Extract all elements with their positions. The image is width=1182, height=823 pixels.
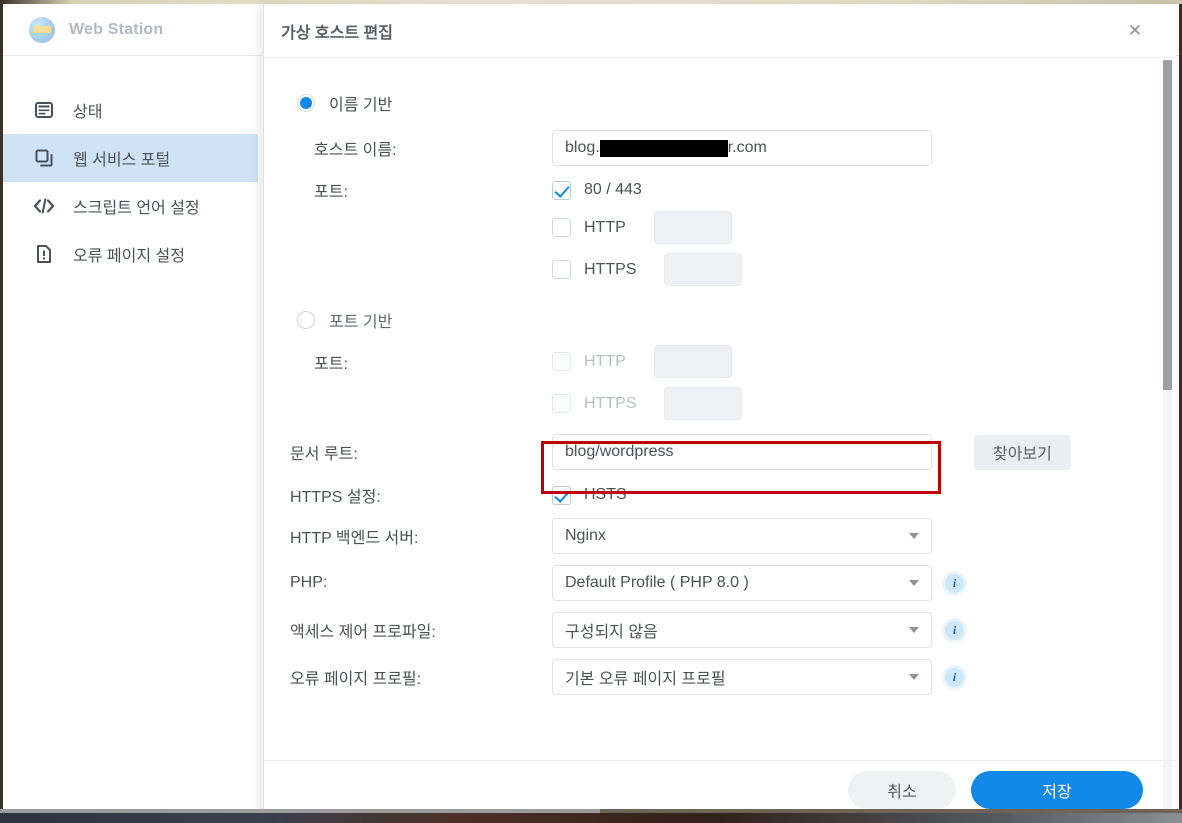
- php-row: PHP: Default Profile ( PHP 8.0 ) i: [264, 565, 1176, 601]
- scrollbar-thumb[interactable]: [1163, 60, 1172, 390]
- http-label: HTTP: [584, 218, 626, 236]
- checkbox-http[interactable]: [552, 218, 571, 237]
- access-control-label: 액세스 제어 프로파일:: [290, 624, 436, 641]
- access-control-value: 구성되지 않음: [565, 624, 658, 641]
- https-port-input[interactable]: [664, 253, 743, 286]
- cancel-button[interactable]: 취소: [848, 770, 956, 809]
- https-settings-label: HTTPS 설정:: [290, 489, 381, 506]
- host-name-row: 호스트 이름: blog. r.com: [264, 130, 1176, 166]
- sidebar: 상태 웹 서비스 포털 스크립트 언어 설정 오류 페이지 설정: [3, 56, 258, 810]
- name-based-port-label: 포트:: [314, 184, 348, 201]
- dialog-title: 가상 호스트 편집: [281, 24, 393, 42]
- name-based-http-row: HTTP: [264, 211, 1176, 244]
- sidebar-item-script-language[interactable]: 스크립트 언어 설정: [3, 182, 258, 230]
- host-name-label: 호스트 이름:: [314, 142, 397, 159]
- app-title: Web Station: [69, 20, 164, 38]
- access-control-row: 액세스 제어 프로파일: 구성되지 않음 i: [264, 612, 1176, 648]
- php-label: PHP:: [290, 574, 328, 591]
- port-https-input[interactable]: [664, 387, 743, 420]
- checkbox-default-ports[interactable]: [552, 180, 571, 200]
- backend-server-row: HTTP 백엔드 서버: Nginx: [264, 518, 1176, 554]
- https-label: HTTPS: [584, 260, 637, 278]
- sidebar-item-label: 웹 서비스 포털: [73, 152, 171, 169]
- status-icon: [33, 99, 55, 121]
- chevron-down-icon: [909, 580, 919, 586]
- checkbox-https[interactable]: [552, 260, 571, 279]
- host-name-redaction: [599, 139, 728, 157]
- sidebar-item-label: 오류 페이지 설정: [73, 248, 185, 265]
- web-station-logo-icon: WWW: [29, 16, 55, 43]
- portal-icon: [33, 147, 55, 169]
- browse-button[interactable]: 찾아보기: [974, 434, 1071, 470]
- name-based-https-row: HTTPS: [264, 253, 1176, 286]
- dialog-header: 가상 호스트 편집 ✕: [264, 4, 1176, 58]
- checkbox-port-http[interactable]: [552, 352, 571, 371]
- error-page-icon: [33, 243, 55, 265]
- radio-port-based-control[interactable]: [297, 311, 315, 329]
- edit-virtual-host-dialog: 가상 호스트 편집 ✕ 이름 기반 호스트 이름: blog. r.com 포트…: [263, 4, 1176, 818]
- error-page-row: 오류 페이지 프로필: 기본 오류 페이지 프로필 i: [264, 659, 1176, 695]
- chevron-down-icon: [909, 627, 919, 633]
- port-based-http-row: 포트: HTTP: [264, 345, 1176, 378]
- vertical-scrollbar[interactable]: [1163, 60, 1172, 810]
- checkbox-port-https[interactable]: [552, 394, 571, 413]
- info-icon[interactable]: i: [945, 667, 964, 687]
- radio-port-based-label: 포트 기반: [329, 314, 393, 331]
- backend-server-label: HTTP 백엔드 서버:: [290, 530, 419, 547]
- document-root-label: 문서 루트:: [290, 446, 358, 463]
- error-page-value: 기본 오류 페이지 프로필: [565, 671, 726, 688]
- info-icon[interactable]: i: [945, 573, 964, 593]
- error-page-select[interactable]: 기본 오류 페이지 프로필: [552, 659, 932, 695]
- radio-port-based[interactable]: 포트 기반: [264, 297, 1176, 343]
- sidebar-item-label: 상태: [73, 104, 103, 121]
- https-settings-row: HTTPS 설정: HSTS: [264, 483, 1176, 507]
- php-value: Default Profile ( PHP 8.0 ): [565, 574, 749, 591]
- logo-www-text: WWW: [33, 26, 51, 33]
- hsts-label: HSTS: [584, 486, 627, 503]
- save-button[interactable]: 저장: [971, 770, 1143, 809]
- close-icon[interactable]: ✕: [1122, 18, 1148, 44]
- screen: WWW Web Station 상태 웹 서비스 포털 스크립트 언어 설정 오…: [0, 0, 1182, 823]
- checkbox-hsts[interactable]: [552, 485, 571, 505]
- error-page-label: 오류 페이지 프로필:: [290, 671, 422, 688]
- document-root-row: 문서 루트: blog/wordpress 찾아보기: [264, 434, 1176, 470]
- http-port-input[interactable]: [653, 211, 732, 244]
- desktop-bottom-strip: [0, 813, 1182, 823]
- radio-name-based[interactable]: 이름 기반: [264, 80, 1176, 126]
- sidebar-item-web-service-portal[interactable]: 웹 서비스 포털: [3, 134, 258, 182]
- chevron-down-icon: [909, 533, 919, 539]
- backend-server-select[interactable]: Nginx: [552, 518, 932, 554]
- port-http-input[interactable]: [653, 345, 732, 378]
- radio-name-based-control[interactable]: [297, 94, 315, 112]
- port-based-https-row: HTTPS: [264, 387, 1176, 420]
- info-icon[interactable]: i: [945, 620, 964, 640]
- port-https-label: HTTPS: [584, 394, 637, 412]
- web-station-window: WWW Web Station 상태 웹 서비스 포털 스크립트 언어 설정 오…: [3, 4, 1179, 818]
- port-based-port-label: 포트:: [314, 355, 348, 373]
- host-name-prefix: blog.: [565, 139, 600, 156]
- document-root-input[interactable]: blog/wordpress: [552, 434, 932, 470]
- sidebar-item-status[interactable]: 상태: [3, 86, 258, 134]
- php-select[interactable]: Default Profile ( PHP 8.0 ): [552, 565, 932, 601]
- dialog-body: 이름 기반 호스트 이름: blog. r.com 포트: 80 / 443 H…: [264, 58, 1176, 760]
- chevron-down-icon: [909, 674, 919, 680]
- host-name-suffix: r.com: [727, 139, 767, 156]
- port-http-label: HTTP: [584, 352, 626, 370]
- access-control-select[interactable]: 구성되지 않음: [552, 612, 932, 648]
- name-based-port-row: 포트: 80 / 443: [264, 178, 1176, 202]
- host-name-input[interactable]: blog. r.com: [552, 130, 932, 166]
- default-ports-label: 80 / 443: [584, 181, 642, 198]
- radio-name-based-label: 이름 기반: [329, 97, 393, 114]
- sidebar-item-error-page[interactable]: 오류 페이지 설정: [3, 230, 258, 278]
- sidebar-item-label: 스크립트 언어 설정: [73, 200, 200, 217]
- code-icon: [33, 195, 55, 217]
- backend-server-value: Nginx: [565, 527, 606, 544]
